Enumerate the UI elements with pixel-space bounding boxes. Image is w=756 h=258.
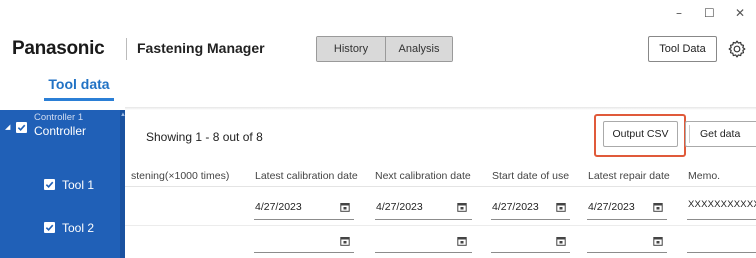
column-header-fastening[interactable]: stening(×1000 times) <box>131 170 229 182</box>
tab-tool-data[interactable]: Tool data <box>44 76 114 92</box>
view-switcher: History Analysis <box>316 36 453 62</box>
history-button[interactable]: History <box>317 37 385 61</box>
date-field-underline <box>254 252 354 253</box>
controller-type[interactable]: Controller <box>34 124 86 138</box>
calendar-icon[interactable] <box>340 202 350 212</box>
sidebar-item-tool-2[interactable]: Tool 2 <box>62 221 94 235</box>
content-top-shadow <box>125 107 756 110</box>
calendar-icon[interactable] <box>556 236 566 246</box>
column-header-start-of-use[interactable]: Start date of use <box>492 170 569 182</box>
tool-2-checkbox[interactable] <box>44 222 55 233</box>
row-separator <box>125 225 756 226</box>
minimize-button[interactable]: – <box>676 6 682 20</box>
sidebar-item-tool-1[interactable]: Tool 1 <box>62 178 94 192</box>
column-header-latest-calibration[interactable]: Latest calibration date <box>255 170 358 182</box>
calendar-icon[interactable] <box>457 202 467 212</box>
app-title: Fastening Manager <box>137 40 265 56</box>
header-separator <box>125 186 756 187</box>
column-header-memo[interactable]: Memo. <box>688 170 720 182</box>
check-icon <box>45 181 54 189</box>
latest-repair-value[interactable]: 4/27/2023 <box>588 201 635 213</box>
date-field-underline <box>254 219 354 220</box>
scroll-up-arrow-icon[interactable]: ▲ <box>120 110 126 120</box>
calendar-icon[interactable] <box>653 236 663 246</box>
memo-field-underline <box>687 252 756 253</box>
start-of-use-value[interactable]: 4/27/2023 <box>492 201 539 213</box>
highlight-annotation <box>594 114 686 157</box>
calendar-icon[interactable] <box>556 202 566 212</box>
date-field-underline <box>587 219 667 220</box>
date-field-underline <box>491 252 570 253</box>
results-count: Showing 1 - 8 out of 8 <box>146 130 263 144</box>
controller-name[interactable]: Controller 1 <box>34 112 83 123</box>
memo-value[interactable]: XXXXXXXXXXX <box>688 199 756 210</box>
brand-logo: Panasonic <box>12 38 105 59</box>
tool-1-checkbox[interactable] <box>44 179 55 190</box>
column-header-latest-repair[interactable]: Latest repair date <box>588 170 670 182</box>
column-header-next-calibration[interactable]: Next calibration date <box>375 170 471 182</box>
maximize-button[interactable]: ☐ <box>704 6 715 20</box>
collapse-arrow-icon[interactable]: ◢ <box>5 124 11 131</box>
check-icon <box>45 224 54 232</box>
analysis-button[interactable]: Analysis <box>385 37 452 61</box>
calendar-icon[interactable] <box>340 236 350 246</box>
gear-icon[interactable] <box>724 36 750 62</box>
close-button[interactable]: ✕ <box>735 6 745 20</box>
memo-field-underline <box>687 219 756 220</box>
get-data-button[interactable]: Get data <box>685 121 756 147</box>
controller-checkbox[interactable] <box>16 122 27 133</box>
date-field-underline <box>375 252 472 253</box>
date-field-underline <box>375 219 472 220</box>
header-divider <box>126 38 127 60</box>
date-field-underline <box>587 252 667 253</box>
active-tab-indicator <box>44 98 114 101</box>
next-calibration-value[interactable]: 4/27/2023 <box>376 201 423 213</box>
check-icon <box>17 124 26 132</box>
calendar-icon[interactable] <box>653 202 663 212</box>
tool-data-button[interactable]: Tool Data <box>648 36 717 62</box>
date-field-underline <box>491 219 570 220</box>
sidebar-scrollbar[interactable] <box>120 110 125 258</box>
calendar-icon[interactable] <box>457 236 467 246</box>
get-data-divider <box>689 125 690 143</box>
latest-calibration-value[interactable]: 4/27/2023 <box>255 201 302 213</box>
